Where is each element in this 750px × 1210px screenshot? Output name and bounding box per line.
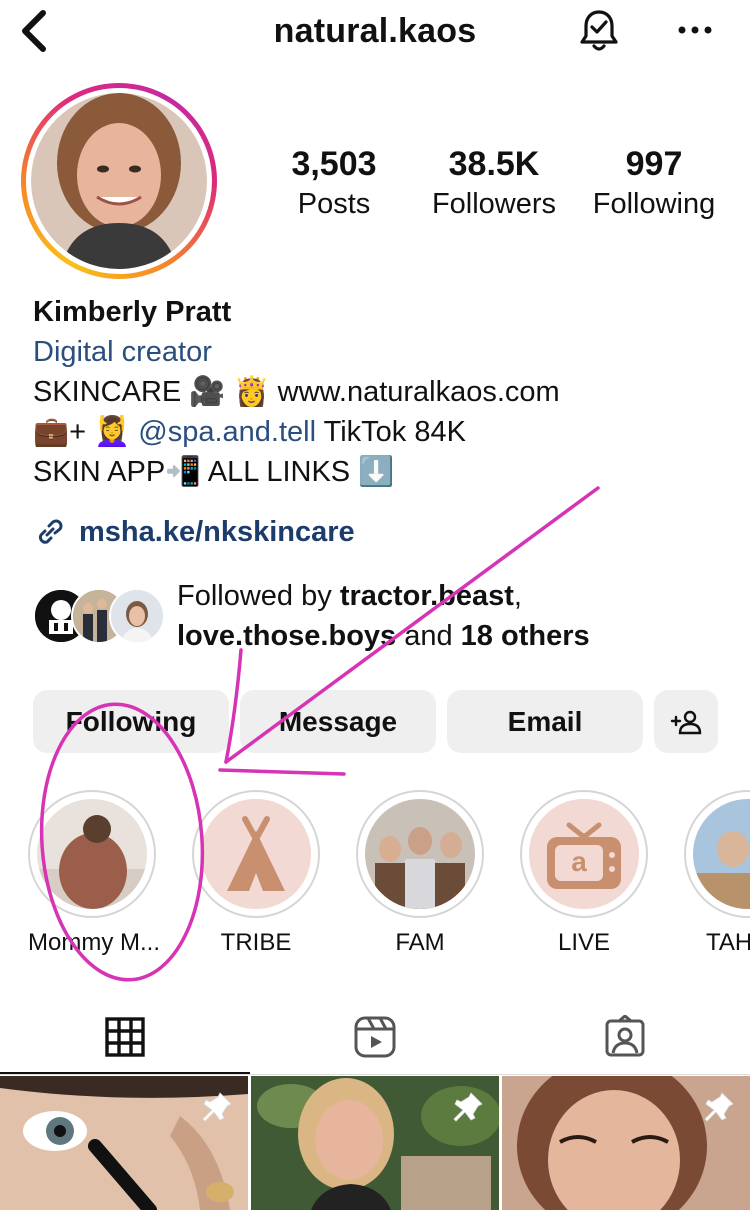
link-icon	[39, 519, 63, 544]
highlight-cover	[365, 799, 475, 909]
display-name: Kimberly Pratt	[33, 296, 232, 328]
more-horizontal-icon	[678, 26, 712, 34]
followed-by-text: Followed by tractor.beast, love.those.bo…	[177, 576, 590, 656]
followers-count: 38.5K	[448, 145, 540, 183]
pinned-icon	[704, 1092, 734, 1122]
profile-category: Digital creator	[33, 336, 212, 368]
bio-line-1: SKINCARE 🎥 👸 www.naturalkaos.com	[33, 372, 733, 412]
followed-by-avatars	[33, 588, 165, 646]
divider	[0, 1074, 750, 1075]
highlight-cover	[37, 799, 147, 909]
grid-icon	[105, 1017, 145, 1057]
highlight-label: Mommy M...	[28, 929, 160, 956]
followed-by-user-1[interactable]: tractor.beast	[340, 580, 514, 612]
posts-label: Posts	[297, 188, 371, 220]
followed-by[interactable]: Followed by tractor.beast, love.those.bo…	[33, 576, 733, 656]
followed-by-others[interactable]: 18 others	[461, 620, 590, 652]
bio-line-2-text: 💼+ 💆‍♀️	[33, 416, 139, 448]
tab-posts-grid[interactable]	[0, 1000, 250, 1074]
tent-icon	[201, 799, 311, 909]
profile-link[interactable]: msha.ke/nkskincare	[33, 512, 355, 552]
avatar	[109, 588, 165, 644]
tab-tagged[interactable]	[500, 1000, 750, 1074]
highlight-cover: a	[529, 799, 639, 909]
highlight-item[interactable]: TAH	[684, 790, 750, 958]
following-count: 997	[625, 145, 683, 183]
highlight-label: TAH	[706, 929, 750, 956]
followed-by-middle: and	[396, 620, 461, 652]
followed-by-prefix: Followed by	[177, 580, 340, 612]
annotation-underline	[218, 768, 346, 776]
highlight-cover	[693, 799, 750, 909]
posts-count: 3,503	[291, 145, 377, 183]
highlight-label: LIVE	[557, 929, 611, 956]
tagged-icon	[605, 1015, 645, 1057]
add-person-icon	[670, 710, 702, 734]
more-options-button[interactable]	[672, 10, 718, 50]
bell-check-icon	[580, 10, 618, 51]
email-button[interactable]: Email	[447, 690, 643, 753]
svg-text:a: a	[571, 846, 587, 877]
bio-website[interactable]: www.naturalkaos.com	[278, 376, 560, 408]
post-thumbnail[interactable]	[0, 1076, 248, 1210]
highlight-item[interactable]: TRIBE	[192, 790, 320, 958]
highlight-label: FAM	[395, 929, 445, 956]
stat-followers[interactable]: 38.5K Followers	[420, 142, 568, 222]
notifications-button[interactable]	[575, 6, 623, 56]
following-label: Following	[592, 188, 716, 220]
post-thumbnail[interactable]	[251, 1076, 499, 1210]
bio-line-3: SKIN APP📲 ALL LINKS ⬇️	[33, 456, 395, 488]
pinned-icon	[202, 1092, 232, 1122]
following-button[interactable]: Following	[33, 690, 229, 753]
profile-header: natural.kaos	[0, 0, 750, 64]
bio-line-2: 💼+ 💆‍♀️ @spa.and.tell TikTok 84K	[33, 412, 733, 452]
followed-by-comma: ,	[513, 580, 522, 612]
stat-following[interactable]: 997 Following	[580, 142, 728, 222]
post-thumbnail[interactable]	[502, 1076, 750, 1210]
profile-username: natural.kaos	[273, 12, 477, 50]
highlight-item[interactable]: Mommy M...	[28, 790, 160, 958]
reels-icon	[354, 1016, 396, 1058]
profile-avatar[interactable]	[21, 83, 217, 279]
highlight-label: TRIBE	[220, 929, 292, 956]
suggested-users-button[interactable]	[654, 690, 718, 753]
profile-bio: Kimberly Pratt Digital creator SKINCARE …	[33, 292, 733, 492]
profile-tabs	[0, 1000, 750, 1074]
avatar-photo	[31, 93, 207, 269]
tab-reels[interactable]	[250, 1000, 500, 1074]
highlight-item[interactable]: a LIVE	[520, 790, 648, 958]
pinned-icon	[453, 1092, 483, 1122]
profile-link-text[interactable]: msha.ke/nkskincare	[79, 516, 355, 549]
bio-line-2-tail: TikTok 84K	[316, 416, 466, 448]
tv-icon: a	[529, 799, 639, 909]
stat-posts[interactable]: 3,503 Posts	[268, 142, 400, 222]
bio-line-1-text: SKINCARE 🎥 👸	[33, 376, 278, 408]
highlight-cover	[201, 799, 311, 909]
message-button[interactable]: Message	[240, 690, 436, 753]
followers-label: Followers	[431, 188, 557, 220]
highlight-item[interactable]: FAM	[356, 790, 484, 958]
followed-by-user-2[interactable]: love.those.boys	[177, 620, 396, 652]
bio-mention-link[interactable]: @spa.and.tell	[138, 416, 316, 448]
